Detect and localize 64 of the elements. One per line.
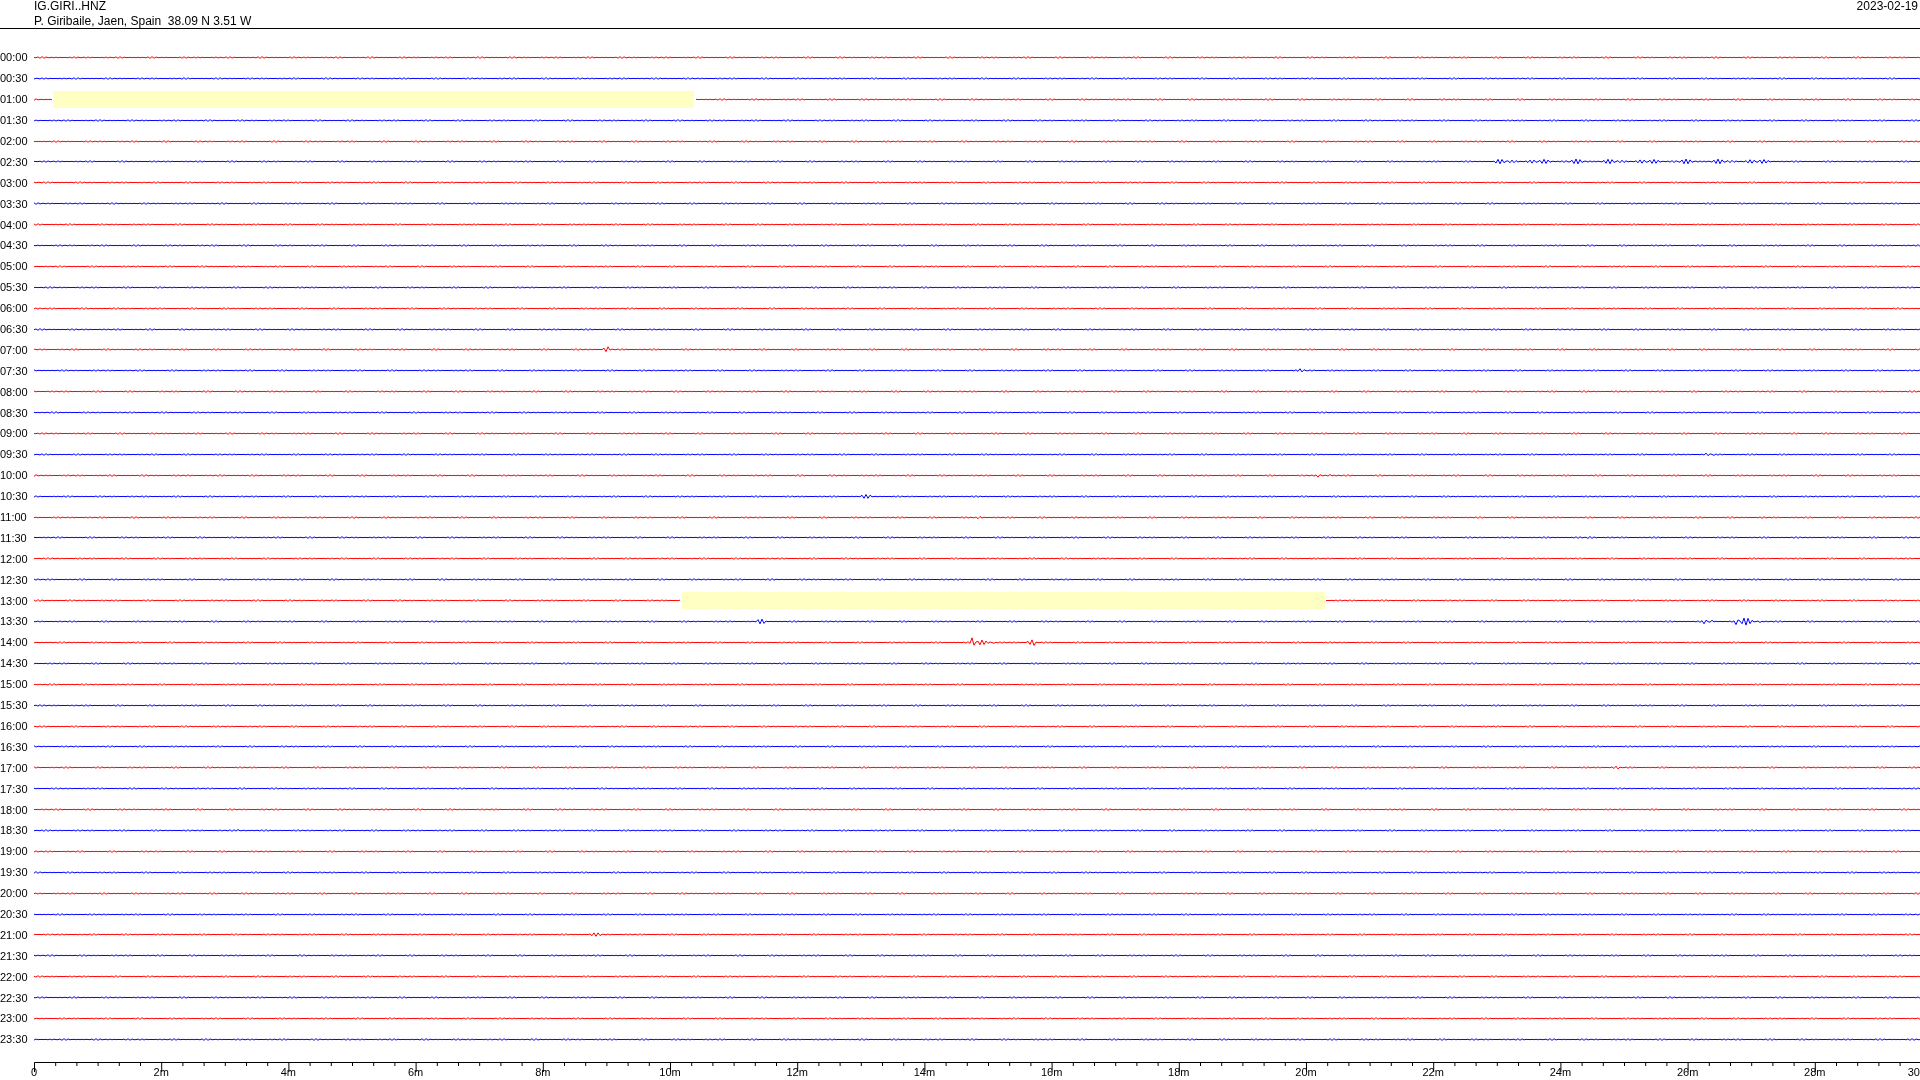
time-label: 03:30 — [0, 197, 29, 210]
station-code: IG.GIRI..HNZ — [34, 0, 106, 13]
time-label: 16:00 — [0, 719, 29, 732]
time-label: 22:00 — [0, 970, 29, 983]
time-label: 03:00 — [0, 176, 29, 189]
axis-tick-label: 22m — [1422, 1065, 1444, 1078]
time-label: 10:00 — [0, 469, 29, 482]
time-label: 21:30 — [0, 949, 29, 962]
time-label: 13:00 — [0, 594, 29, 607]
date-label: 2023-02-19 — [1856, 0, 1918, 13]
time-label: 14:30 — [0, 657, 29, 670]
time-label: 06:30 — [0, 323, 29, 335]
axis-tick-label: 30 — [1907, 1065, 1920, 1078]
time-label: 14:00 — [0, 636, 29, 649]
axis-tick-label: 12m — [786, 1065, 808, 1078]
time-label: 15:00 — [0, 678, 29, 691]
axis-tick-label: 4m — [280, 1065, 297, 1078]
axis-tick-label: 14m — [913, 1065, 936, 1078]
time-label: 22:30 — [0, 991, 29, 1004]
time-label: 15:30 — [0, 699, 29, 712]
axis-tick-label: 8m — [535, 1065, 551, 1078]
time-label: 16:30 — [0, 740, 29, 753]
time-label: 09:00 — [0, 427, 29, 440]
time-label: 12:30 — [0, 573, 29, 586]
time-label: 11:00 — [0, 511, 28, 524]
time-label: 20:00 — [0, 887, 29, 900]
time-label: 06:00 — [0, 302, 29, 315]
time-label: 04:30 — [0, 239, 29, 252]
time-label: 00:30 — [0, 72, 29, 85]
time-label: 17:30 — [0, 782, 29, 795]
time-label: 05:00 — [0, 260, 29, 273]
time-label: 23:00 — [0, 1012, 29, 1025]
time-label: 08:00 — [0, 385, 29, 398]
station-location: P. Giribaile, Jaen, Spain 38.09 N 3.51 W — [34, 14, 252, 28]
axis-tick-label: 26m — [1676, 1065, 1699, 1078]
time-label: 21:00 — [0, 928, 29, 941]
time-label: 00:00 — [0, 51, 29, 64]
time-label: 18:00 — [0, 803, 29, 816]
axis-tick-label: 16m — [1040, 1065, 1063, 1078]
time-label: 07:30 — [0, 364, 29, 377]
time-label: 07:00 — [0, 343, 29, 356]
axis-tick-label: 6m — [407, 1065, 424, 1078]
time-label: 19:30 — [0, 866, 29, 879]
time-label: 05:30 — [0, 281, 29, 294]
time-label: 17:00 — [0, 761, 29, 774]
time-label: 08:30 — [0, 406, 29, 419]
axis-tick-label: 24m — [1549, 1065, 1572, 1078]
time-label: 18:30 — [0, 824, 29, 837]
time-label: 10:30 — [0, 490, 29, 503]
axis-tick-label: 28m — [1804, 1065, 1826, 1078]
time-label: 12:00 — [0, 552, 29, 565]
time-label: 23:30 — [0, 1033, 29, 1046]
time-label: 01:00 — [0, 93, 29, 106]
time-label: 09:30 — [0, 448, 29, 461]
axis-tick-label: 18m — [1168, 1065, 1190, 1078]
time-label: 04:00 — [0, 218, 29, 231]
axis-tick-label: 2m — [153, 1065, 169, 1078]
time-label: 11:30 — [0, 531, 28, 544]
time-label: 13:30 — [0, 615, 29, 628]
time-label: 02:30 — [0, 155, 29, 168]
time-label: 02:00 — [0, 135, 29, 147]
time-label: 20:30 — [0, 907, 29, 920]
time-label: 01:30 — [0, 114, 29, 127]
time-label: 19:00 — [0, 845, 29, 858]
